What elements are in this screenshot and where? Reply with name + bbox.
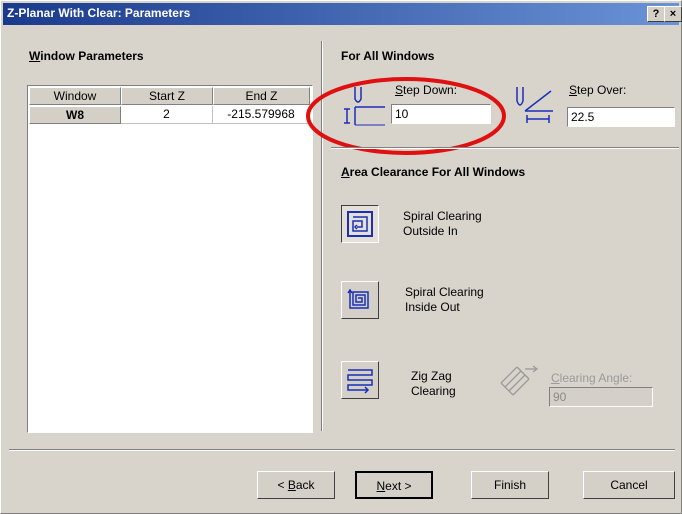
spiral-outside-in-button[interactable] — [341, 205, 379, 243]
spiral-outside-in-icon — [347, 211, 373, 237]
cell-end-z[interactable]: -215.579968 — [213, 106, 310, 124]
clearing-angle-input: 90 — [549, 387, 653, 407]
spiral-inside-out-label-1: Spiral Clearing — [405, 285, 484, 299]
zigzag-clearing-button[interactable] — [341, 361, 379, 399]
window-parameters-table[interactable]: Window Start Z End Z W8 2 -215.579968 — [27, 85, 313, 433]
clearing-angle-icon — [500, 365, 539, 396]
spiral-inside-out-button[interactable] — [341, 281, 379, 319]
zigzag-icon — [347, 369, 373, 394]
spiral-inside-out-label-2: Inside Out — [405, 300, 460, 314]
dialog-window: Z-Planar With Clear: Parameters ? × Wind… — [0, 0, 682, 514]
zigzag-label-1: Zig Zag — [411, 369, 452, 383]
step-over-label: Step Over: — [569, 83, 627, 97]
row-header-window[interactable]: W8 — [29, 106, 121, 124]
window-parameters-heading: Window Parameters — [29, 49, 144, 63]
right-divider — [331, 147, 679, 149]
spiral-inside-out-icon — [347, 288, 369, 309]
clearing-angle-label: Clearing Angle: — [551, 371, 633, 385]
area-clearance-heading: Area Clearance For All Windows — [341, 165, 526, 179]
window-title: Z-Planar With Clear: Parameters — [7, 6, 191, 20]
title-bar[interactable]: Z-Planar With Clear: Parameters ? × — [3, 3, 682, 25]
cancel-button[interactable]: Cancel — [583, 471, 675, 499]
spiral-outside-in-label-1: Spiral Clearing — [403, 209, 482, 223]
finish-button[interactable]: Finish — [471, 471, 549, 499]
help-button[interactable]: ? — [647, 6, 665, 22]
column-header-end-z[interactable]: End Z — [213, 87, 310, 105]
step-over-icon — [516, 87, 553, 123]
column-header-window[interactable]: Window — [29, 87, 121, 105]
bottom-divider — [9, 449, 675, 451]
close-button[interactable]: × — [664, 6, 682, 22]
next-button[interactable]: Next > — [355, 471, 433, 499]
column-header-start-z[interactable]: Start Z — [121, 87, 213, 105]
zigzag-label-2: Clearing — [411, 384, 456, 398]
back-button[interactable]: < Back — [257, 471, 335, 499]
cell-start-z[interactable]: 2 — [121, 106, 213, 124]
step-over-input[interactable]: 22.5 — [567, 107, 675, 127]
for-all-windows-heading: For All Windows — [341, 49, 435, 63]
spiral-outside-in-label-2: Outside In — [403, 224, 458, 238]
